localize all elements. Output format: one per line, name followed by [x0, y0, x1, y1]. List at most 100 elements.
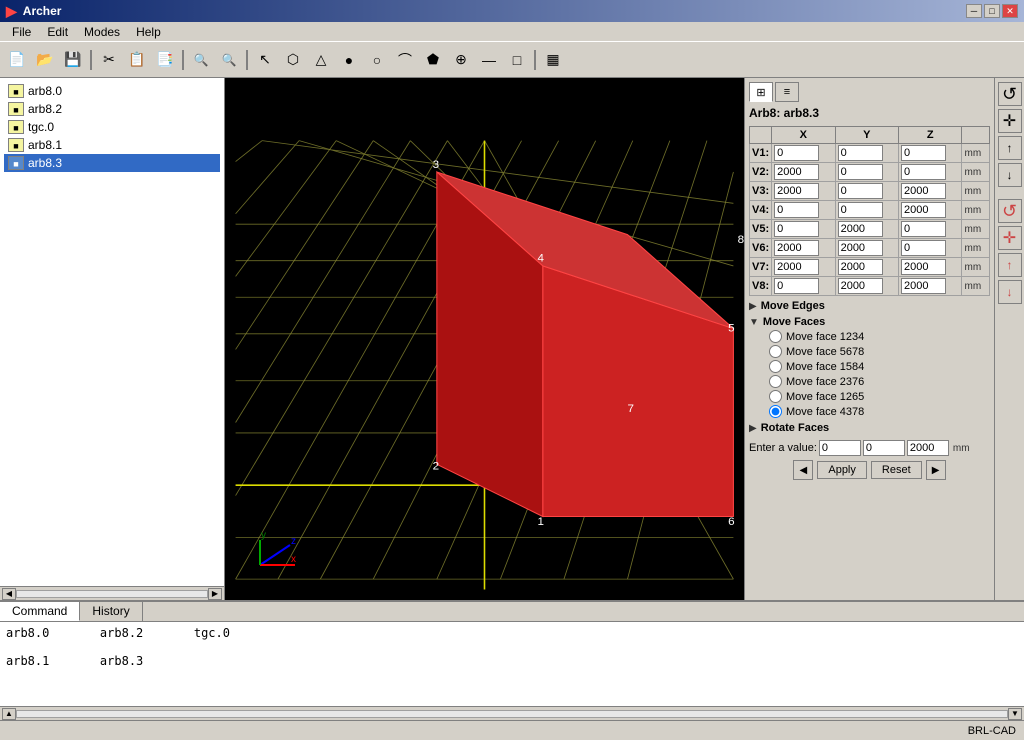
save-button[interactable]: 💾	[60, 47, 86, 73]
vertex-z-input-4[interactable]	[901, 202, 946, 218]
vert-btn-rotate[interactable]: ↺	[998, 82, 1022, 106]
vertex-x-input-1[interactable]	[774, 145, 819, 161]
h-scroll-right[interactable]: ▶	[208, 588, 222, 600]
svg-text:4: 4	[537, 253, 544, 265]
vertex-y-input-8[interactable]	[838, 278, 883, 294]
vertex-x-input-3[interactable]	[774, 183, 819, 199]
face-radio-4[interactable]	[769, 390, 782, 403]
face-radio-item-4: Move face 1265	[769, 390, 990, 403]
new-button[interactable]: 📄	[4, 47, 30, 73]
vertex-z-input-3[interactable]	[901, 183, 946, 199]
arrow-button[interactable]: ↖	[252, 47, 278, 73]
col-header-z: Z	[899, 127, 962, 144]
vertex-y-input-6[interactable]	[838, 240, 883, 256]
vertex-x-input-5[interactable]	[774, 221, 819, 237]
app-icon: ▶	[6, 3, 17, 20]
open-button[interactable]: 📂	[32, 47, 58, 73]
copy-button[interactable]: 📋	[124, 47, 150, 73]
face-radio-0[interactable]	[769, 330, 782, 343]
vertex-z-input-6[interactable]	[901, 240, 946, 256]
app-title: Archer	[23, 4, 62, 18]
vertex-y-input-1[interactable]	[838, 145, 883, 161]
vertex-x-input-4[interactable]	[774, 202, 819, 218]
paste-button[interactable]: 📑	[152, 47, 178, 73]
toolbar-sep-4	[534, 50, 536, 70]
face-radio-3[interactable]	[769, 375, 782, 388]
zoom-out-button[interactable]: 🔍	[216, 47, 242, 73]
value-input-2[interactable]	[863, 440, 905, 456]
circle-button[interactable]: ●	[336, 47, 362, 73]
vert-btn-rotate2[interactable]: ↺	[998, 199, 1022, 223]
vertex-z-2	[899, 163, 962, 182]
vertex-z-8	[899, 277, 962, 296]
face-radio-2[interactable]	[769, 360, 782, 373]
vert-btn-up2[interactable]: ↑	[998, 253, 1022, 277]
apply-button[interactable]: Apply	[817, 461, 867, 479]
vertex-z-input-1[interactable]	[901, 145, 946, 161]
shape2-button[interactable]: △	[308, 47, 334, 73]
vert-btn-down2[interactable]: ↓	[998, 280, 1022, 304]
vert-btn-move[interactable]: ✛	[998, 109, 1022, 133]
vert-btn-move2[interactable]: ✛	[998, 226, 1022, 250]
close-button[interactable]: ✕	[1002, 4, 1018, 18]
vertex-z-3	[899, 182, 962, 201]
vertex-x-input-6[interactable]	[774, 240, 819, 256]
rect-button[interactable]: □	[504, 47, 530, 73]
vertex-z-input-7[interactable]	[901, 259, 946, 275]
arc-button[interactable]: ⌒	[392, 47, 418, 73]
vertex-x-input-7[interactable]	[774, 259, 819, 275]
minimize-button[interactable]: ─	[966, 4, 982, 18]
face-radio-1[interactable]	[769, 345, 782, 358]
tree-label: tgc.0	[28, 120, 54, 134]
value-input-1[interactable]	[819, 440, 861, 456]
vertex-z-input-8[interactable]	[901, 278, 946, 294]
menu-edit[interactable]: Edit	[39, 23, 76, 41]
vertex-x-input-2[interactable]	[774, 164, 819, 180]
forward-button[interactable]: ▶	[926, 460, 946, 480]
viewport-3d[interactable]: 8 5 4 1 6 7 3 2 x y z	[225, 78, 744, 600]
vertex-z-input-5[interactable]	[901, 221, 946, 237]
menu-modes[interactable]: Modes	[76, 23, 128, 41]
zoom-in-button[interactable]: 🔍	[188, 47, 214, 73]
grid-button[interactable]: ▦	[540, 47, 566, 73]
restore-button[interactable]: □	[984, 4, 1000, 18]
move-edges-header[interactable]: ▶ Move Edges	[749, 300, 990, 312]
vertex-x-input-8[interactable]	[774, 278, 819, 294]
cross-button[interactable]: ⊕	[448, 47, 474, 73]
vert-btn-down[interactable]: ↓	[998, 163, 1022, 187]
tree-item-arb83[interactable]: ■ arb8.3	[4, 154, 220, 172]
console-scroll-up[interactable]: ▲	[2, 708, 16, 720]
face-radio-5[interactable]	[769, 405, 782, 418]
ring-button[interactable]: ○	[364, 47, 390, 73]
console-scroll-down[interactable]: ▼	[1008, 708, 1022, 720]
reset-button[interactable]: Reset	[871, 461, 922, 479]
vertex-y-input-2[interactable]	[838, 164, 883, 180]
shape1-button[interactable]: ⬡	[280, 47, 306, 73]
tree-item-arb81[interactable]: ■ arb8.1	[4, 136, 220, 154]
props-tab-grid[interactable]: ⊞	[749, 82, 773, 102]
tree-item-arb82[interactable]: ■ arb8.2	[4, 100, 220, 118]
cut-button[interactable]: ✂	[96, 47, 122, 73]
console-content: arb8.0 arb8.2 tgc.0 arb8.1 arb8.3 Archer…	[0, 622, 1024, 706]
vertex-y-input-5[interactable]	[838, 221, 883, 237]
vertex-x-5	[772, 220, 835, 239]
menu-file[interactable]: File	[4, 23, 39, 41]
tree-item-tgc0[interactable]: ■ tgc.0	[4, 118, 220, 136]
h-scroll-left[interactable]: ◀	[2, 588, 16, 600]
tab-command[interactable]: Command	[0, 602, 80, 621]
menu-help[interactable]: Help	[128, 23, 169, 41]
vertex-y-input-3[interactable]	[838, 183, 883, 199]
move-faces-header[interactable]: ▼ Move Faces	[749, 316, 990, 328]
vertex-z-input-2[interactable]	[901, 164, 946, 180]
value-input-3[interactable]	[907, 440, 949, 456]
tab-history[interactable]: History	[80, 602, 142, 621]
rotate-faces-header[interactable]: ▶ Rotate Faces	[749, 422, 990, 434]
props-tab-list[interactable]: ≡	[775, 82, 799, 102]
vertex-y-input-7[interactable]	[838, 259, 883, 275]
poly-button[interactable]: ⬟	[420, 47, 446, 73]
vertex-y-input-4[interactable]	[838, 202, 883, 218]
back-button[interactable]: ◀	[793, 460, 813, 480]
tree-item-arb80[interactable]: ■ arb8.0	[4, 82, 220, 100]
line-button[interactable]: —	[476, 47, 502, 73]
vert-btn-up[interactable]: ↑	[998, 136, 1022, 160]
